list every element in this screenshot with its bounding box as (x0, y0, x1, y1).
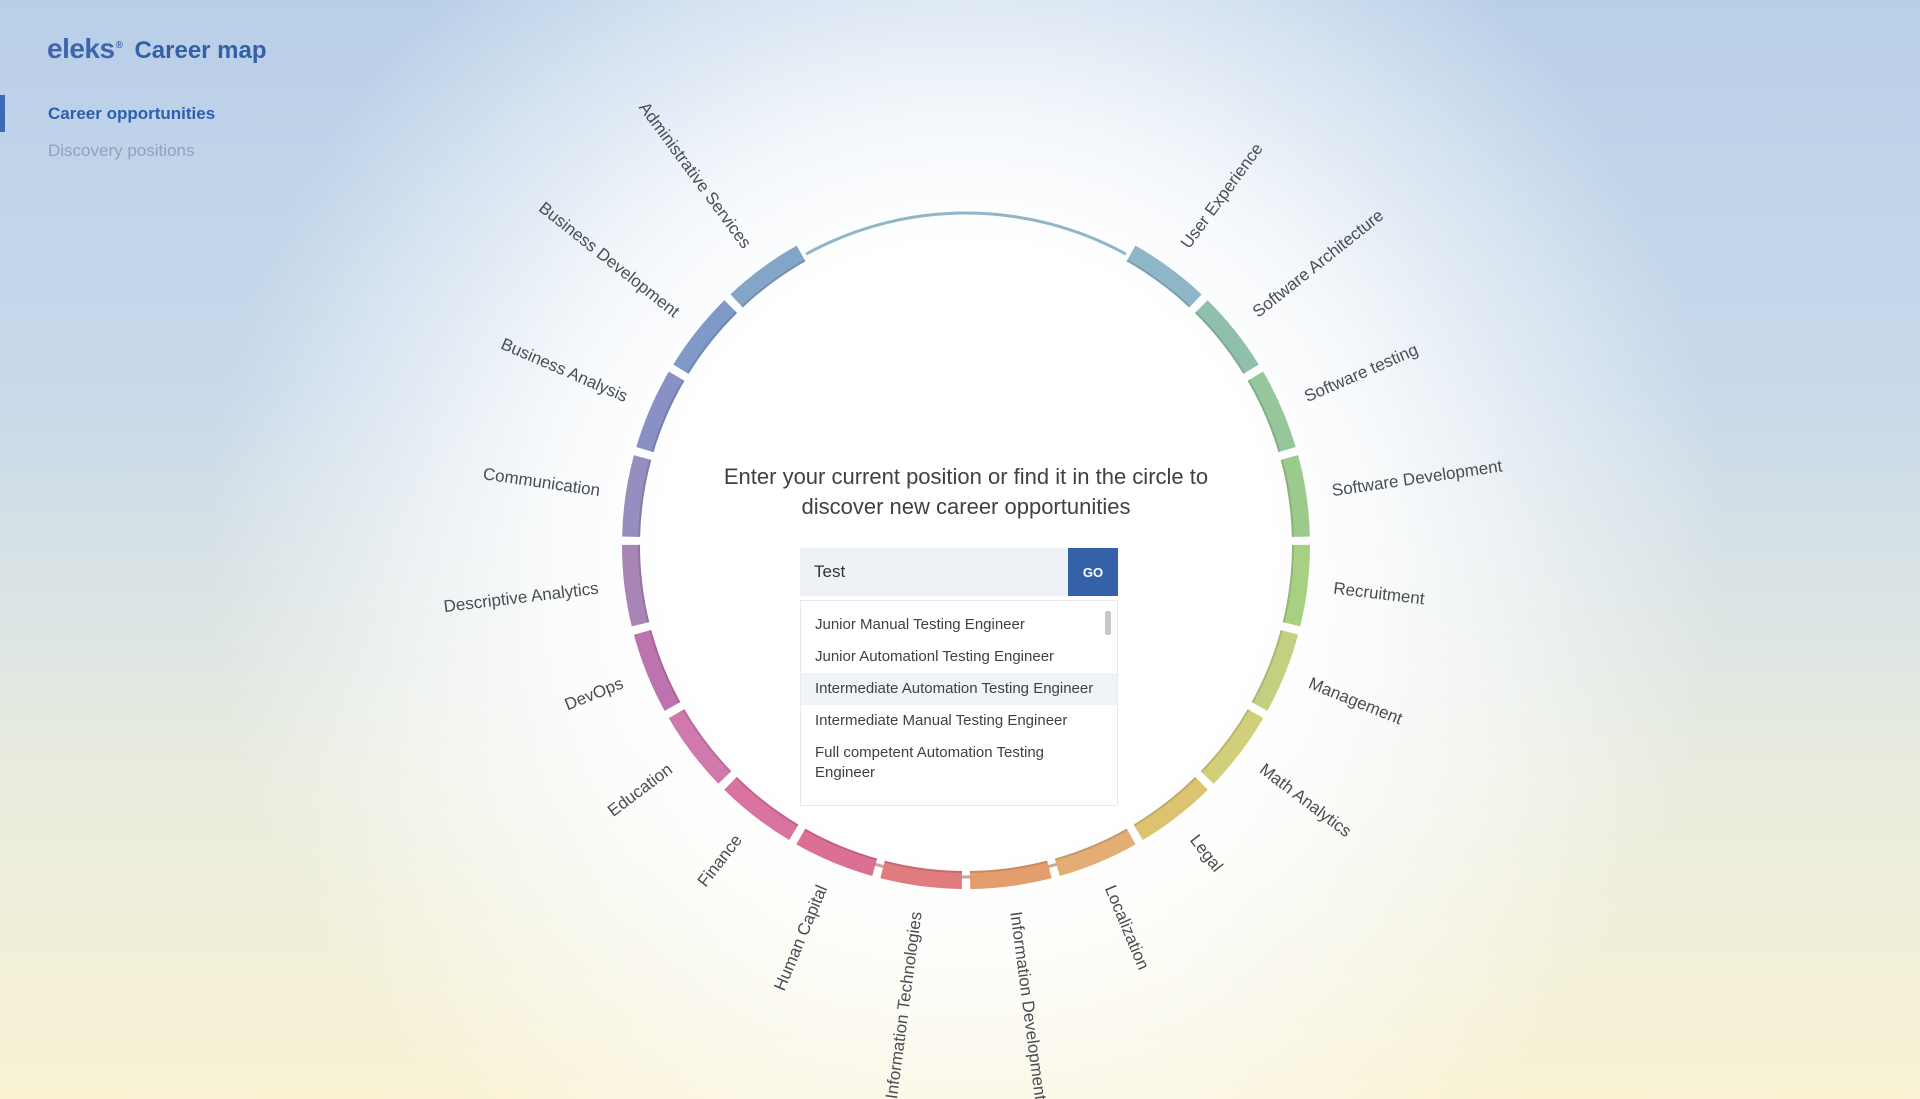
wheel-label-user-experience[interactable]: User Experience (1177, 140, 1267, 252)
suggestion-item[interactable]: Intermediate Manual Testing Engineer (801, 705, 1117, 737)
wheel-label-descriptive-analytics[interactable]: Descriptive Analytics (443, 579, 600, 616)
wheel-label-human-capital[interactable]: Human Capital (770, 882, 831, 993)
wheel-segment-software-architecture[interactable] (1194, 300, 1259, 375)
suggestion-item[interactable]: Full competent Automation Testing Engine… (801, 737, 1117, 789)
prompt-line-2: discover new career opportunities (801, 494, 1131, 519)
wheel-segment-business-development[interactable] (673, 300, 738, 375)
wheel-segment-software-testing[interactable] (1247, 371, 1296, 453)
position-search: GO (800, 548, 1118, 596)
wheel-label-business-development[interactable]: Business Development (535, 198, 683, 321)
wheel-label-finance[interactable]: Finance (694, 831, 746, 890)
wheel-label-recruitment[interactable]: Recruitment (1332, 579, 1426, 609)
wheel-label-information-technologies[interactable]: Information Technologies (882, 910, 926, 1099)
wheel-segment-education[interactable] (668, 708, 732, 784)
wheel-label-administrative-services[interactable]: Administrative Services (635, 98, 755, 252)
wheel-segment-management[interactable] (1251, 629, 1299, 711)
suggestions-dropdown: Junior Manual Testing Engineer Junior Au… (800, 600, 1118, 806)
wheel-top-connector (805, 211, 1127, 256)
wheel-label-legal[interactable]: Legal (1186, 831, 1227, 876)
wheel-label-software-development[interactable]: Software Development (1331, 456, 1504, 500)
prompt-text: Enter your current position or find it i… (700, 462, 1232, 522)
wheel-segment-communication[interactable] (622, 455, 652, 538)
wheel-segment-software-development[interactable] (1280, 455, 1310, 538)
suggestion-item[interactable]: Junior Manual Testing Engineer (801, 601, 1117, 641)
wheel-label-math-analytics[interactable]: Math Analytics (1256, 760, 1355, 841)
wheel-label-management[interactable]: Management (1306, 674, 1405, 729)
wheel-segment-administrative-services[interactable] (730, 245, 806, 308)
position-search-input[interactable] (800, 548, 1068, 596)
dropdown-scrollbar[interactable] (1105, 611, 1111, 635)
wheel-label-information-development[interactable]: Information Development (1006, 910, 1050, 1099)
wheel-label-business-analysis[interactable]: Business Analysis (498, 334, 630, 405)
wheel-segment-human-capital[interactable] (796, 828, 878, 876)
wheel-segment-business-analysis[interactable] (636, 371, 685, 453)
wheel-label-software-testing[interactable]: Software testing (1301, 340, 1420, 406)
wheel-label-education[interactable]: Education (604, 760, 676, 821)
wheel-label-software-architecture[interactable]: Software Architecture (1249, 206, 1387, 321)
wheel-label-communication[interactable]: Communication (482, 464, 602, 500)
go-button[interactable]: GO (1068, 548, 1118, 596)
wheel-segment-legal[interactable] (1133, 776, 1208, 841)
wheel-segment-localization[interactable] (1054, 828, 1136, 876)
wheel-segment-math-analytics[interactable] (1200, 708, 1264, 784)
wheel-segment-user-experience[interactable] (1126, 245, 1202, 308)
wheel-label-localization[interactable]: Localization (1101, 882, 1153, 972)
wheel-label-devops[interactable]: DevOps (562, 674, 626, 715)
suggestion-item[interactable]: Junior Automationl Testing Engineer (801, 641, 1117, 673)
wheel-segment-finance[interactable] (724, 776, 799, 841)
wheel-segment-devops[interactable] (633, 629, 681, 711)
suggestion-item-highlighted[interactable]: Intermediate Automation Testing Engineer (801, 673, 1117, 705)
prompt-line-1: Enter your current position or find it i… (723, 464, 1209, 489)
